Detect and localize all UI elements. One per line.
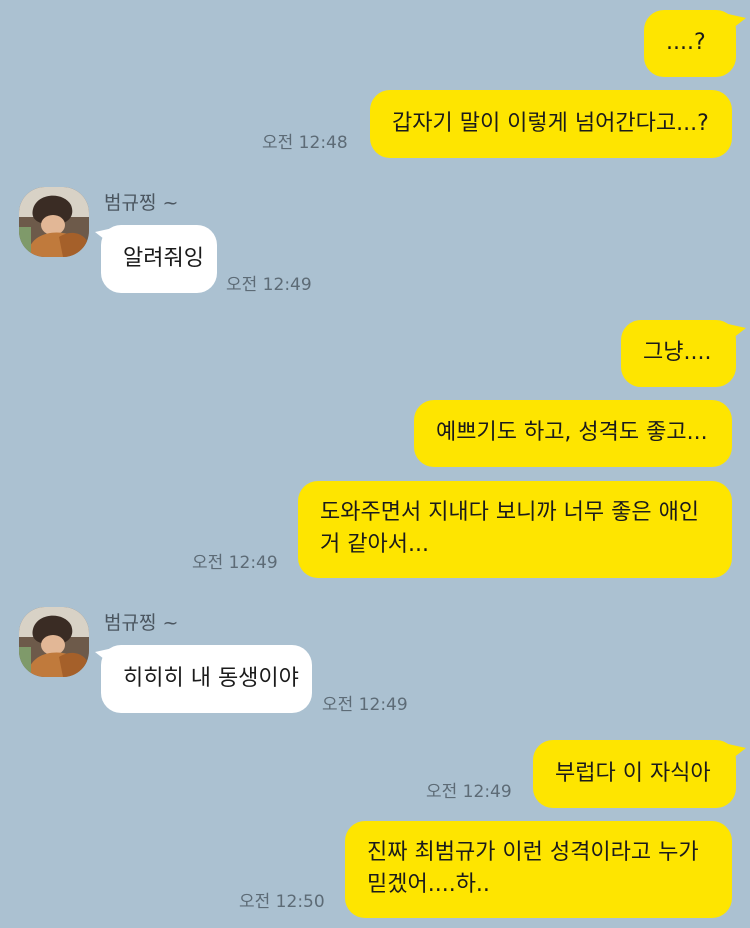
their-message-bubble[interactable]: 알려줘잉 bbox=[101, 225, 217, 293]
sender-name: 범규찡 ~ bbox=[104, 192, 179, 214]
message-text: 갑자기 말이 이렇게 넘어간다고...? bbox=[392, 111, 709, 136]
bubble-tail bbox=[728, 744, 746, 762]
bubble-tail bbox=[728, 14, 746, 32]
message-text: 히히히 내 동생이야 bbox=[123, 666, 299, 691]
message-text: 예쁘기도 하고, 성격도 좋고... bbox=[436, 420, 708, 445]
sender-name: 범규찡 ~ bbox=[104, 612, 179, 634]
their-message-bubble[interactable]: 히히히 내 동생이야 bbox=[101, 645, 312, 713]
my-message-bubble[interactable]: 부럽다 이 자식아 bbox=[533, 740, 736, 808]
message-timestamp: 오전 12:49 bbox=[426, 782, 512, 802]
message-timestamp: 오전 12:48 bbox=[262, 133, 348, 153]
my-message-bubble[interactable]: 진짜 최범규가 이런 성격이라고 누가 믿겠어....하.. bbox=[345, 821, 732, 918]
my-message-bubble[interactable]: 그냥.... bbox=[621, 320, 736, 387]
bubble-tail bbox=[728, 324, 746, 342]
profile-avatar[interactable] bbox=[19, 607, 89, 677]
message-timestamp: 오전 12:50 bbox=[239, 892, 325, 912]
my-message-bubble[interactable]: ....? bbox=[644, 10, 736, 77]
profile-avatar[interactable] bbox=[19, 187, 89, 257]
message-timestamp: 오전 12:49 bbox=[322, 695, 408, 715]
message-text: 알려줘잉 bbox=[123, 246, 204, 271]
message-text-line: 도와주면서 지내다 보니까 너무 좋은 애인 bbox=[320, 500, 700, 525]
message-text-line: 거 같아서... bbox=[320, 532, 429, 557]
message-timestamp: 오전 12:49 bbox=[192, 553, 278, 573]
my-message-bubble[interactable]: 도와주면서 지내다 보니까 너무 좋은 애인 거 같아서... bbox=[298, 481, 732, 578]
my-message-bubble[interactable]: 갑자기 말이 이렇게 넘어간다고...? bbox=[370, 90, 732, 158]
message-text: 부럽다 이 자식아 bbox=[555, 761, 711, 786]
message-text-line: 진짜 최범규가 이런 성격이라고 누가 bbox=[367, 840, 699, 865]
message-text-line: 믿겠어....하.. bbox=[367, 872, 490, 897]
message-timestamp: 오전 12:49 bbox=[226, 275, 312, 295]
message-text: 그냥.... bbox=[643, 340, 712, 365]
my-message-bubble[interactable]: 예쁘기도 하고, 성격도 좋고... bbox=[414, 400, 732, 467]
message-text: ....? bbox=[666, 30, 706, 55]
